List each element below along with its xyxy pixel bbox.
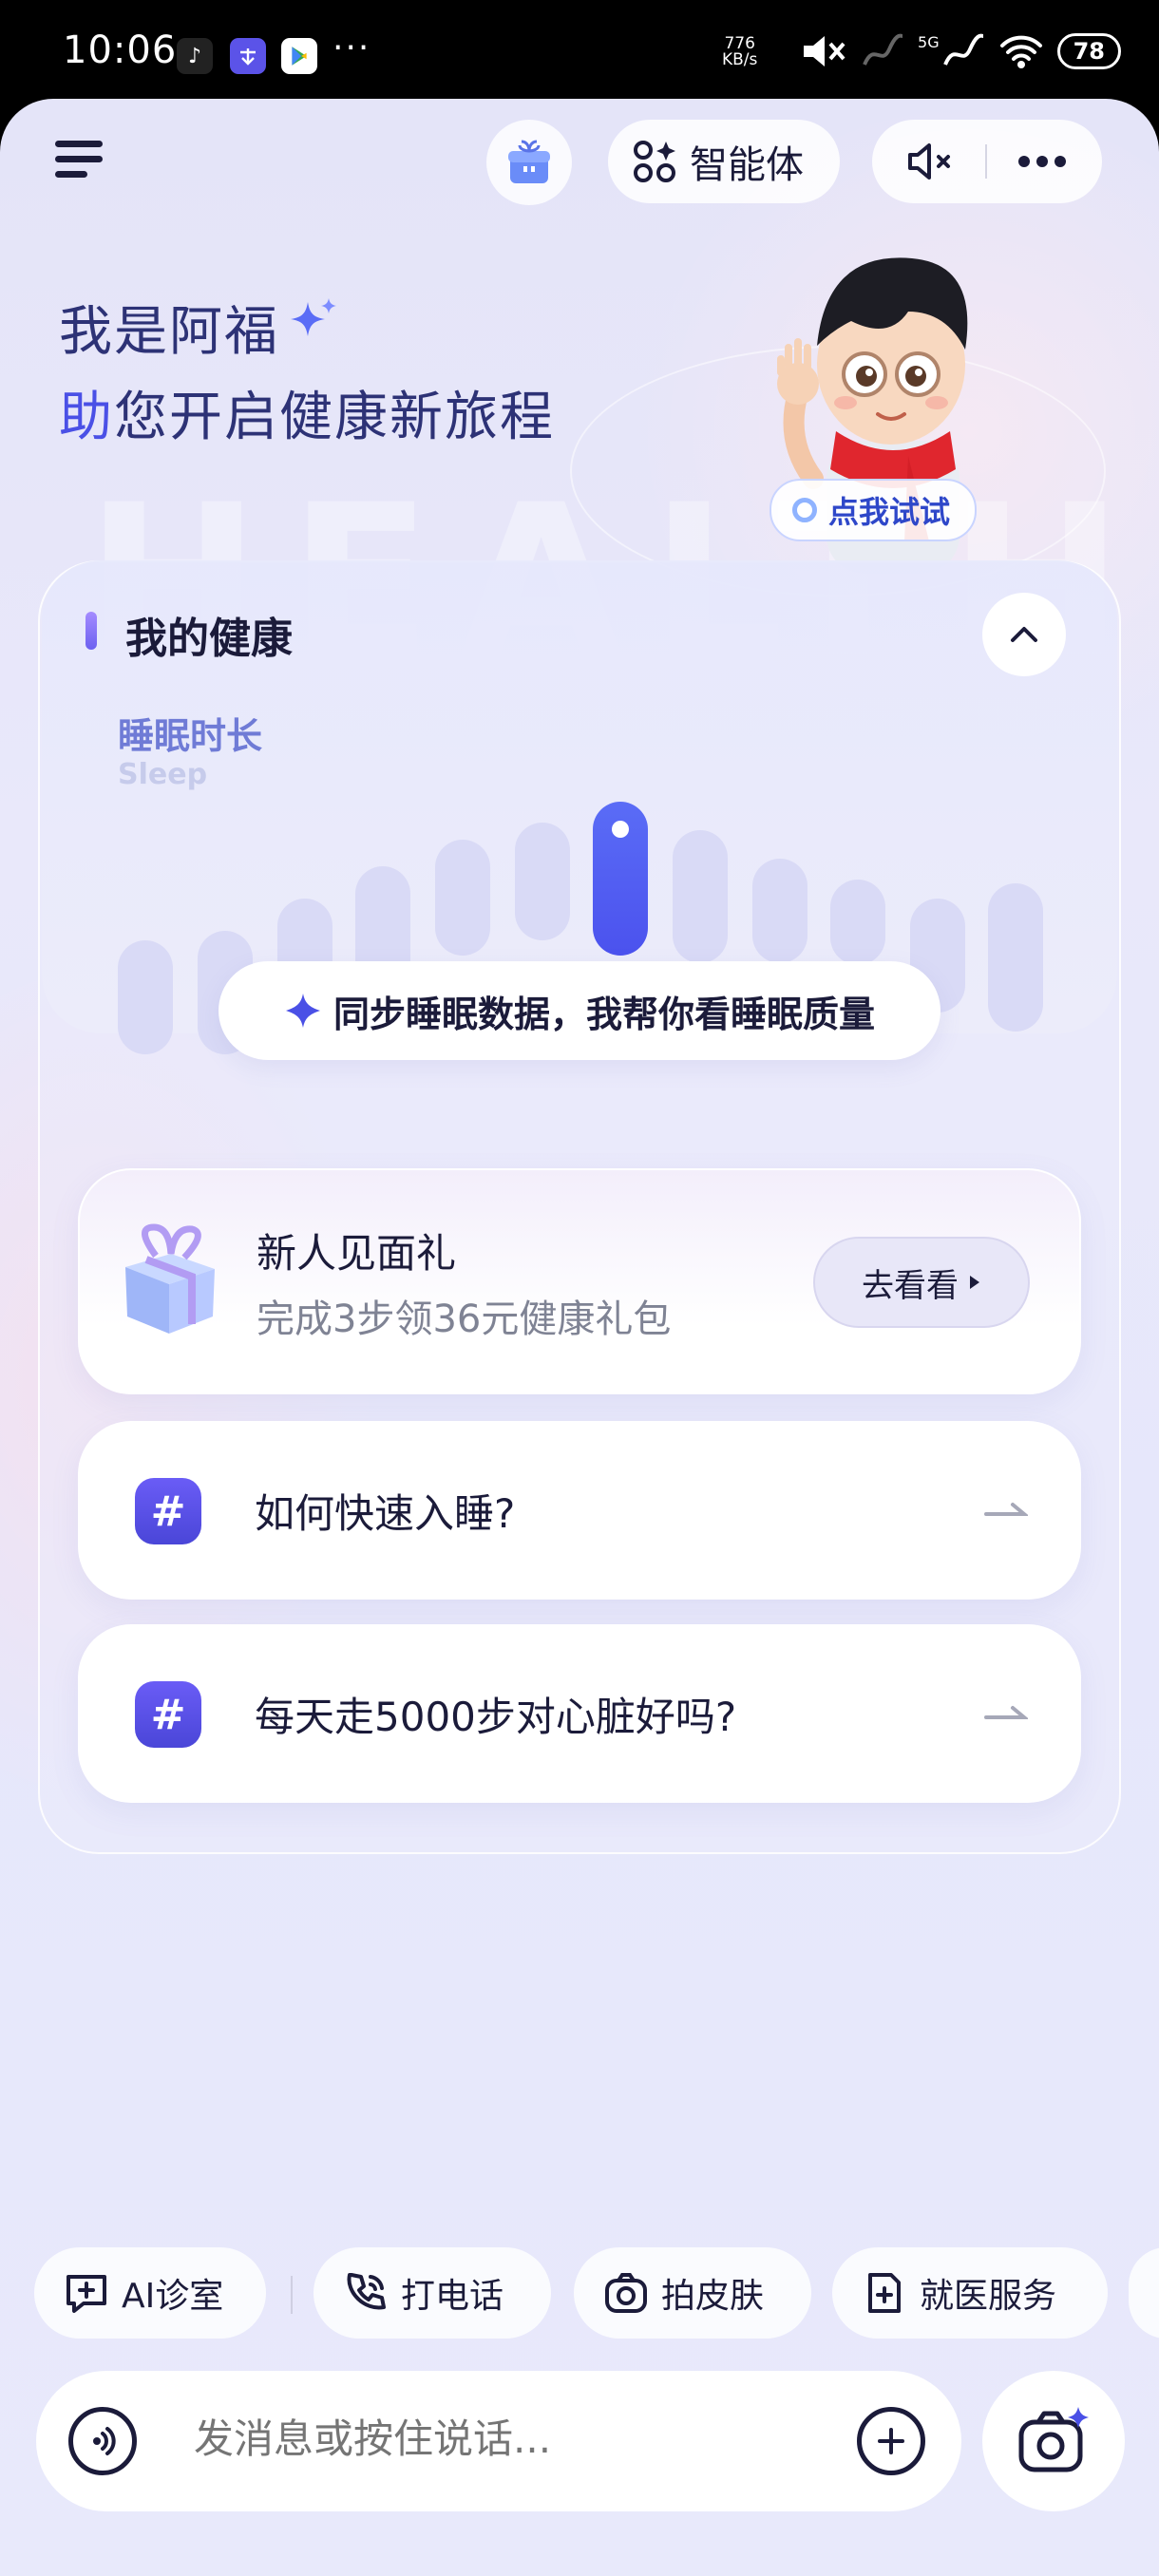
- new-user-gift-card[interactable]: 新人见面礼 完成3步领36元健康礼包 去看看: [78, 1168, 1081, 1394]
- sync-prompt-text: 同步睡眠数据，我帮你看睡眠质量: [332, 993, 875, 1035]
- chip-label: 打电话: [401, 2277, 504, 2316]
- chip-label: 就医服务: [920, 2277, 1057, 2316]
- plus-icon: [878, 2428, 904, 2454]
- sparkle-icon: [285, 994, 320, 1028]
- question-text: 每天走5000步对心脏好吗?: [255, 1694, 737, 1740]
- app-notification-icon: [230, 38, 266, 74]
- sleep-bar: [988, 883, 1043, 1032]
- chip-divider: [291, 2276, 293, 2314]
- camera-sparkle-icon: [1018, 2407, 1089, 2472]
- medical-doc-icon: [868, 2273, 901, 2313]
- voice-wave-icon: [93, 2427, 116, 2455]
- sleep-bar: [435, 840, 490, 956]
- view-gift-button[interactable]: 去看看: [813, 1237, 1030, 1328]
- voice-input-button[interactable]: [68, 2407, 137, 2475]
- phone-icon: [347, 2273, 386, 2310]
- status-icons: 5G 78: [800, 32, 1121, 70]
- net-speed-unit: KB/s: [722, 50, 758, 69]
- chip-label: 拍皮肤: [661, 2277, 765, 2316]
- signal-icon: [942, 33, 983, 66]
- hashtag-icon: #: [135, 1681, 201, 1748]
- quick-action-chips: AI诊室 打电话 拍皮肤 就医服务: [0, 2247, 1159, 2342]
- sleep-bar: [830, 880, 885, 965]
- message-input-bar: [36, 2371, 961, 2511]
- arrow-right-icon: [984, 1503, 1028, 1516]
- app-screen: 智能体 HEALTH 我是阿福 助您开启健康新旅程: [0, 99, 1159, 2576]
- arrow-right-icon: [984, 1706, 1028, 1719]
- play-store-icon: [281, 38, 317, 74]
- battery-indicator: 78: [1056, 33, 1121, 69]
- sleep-bar: [752, 859, 808, 963]
- view-gift-label: 去看看: [862, 1266, 959, 1305]
- chip-skin-photo[interactable]: 拍皮肤: [574, 2247, 811, 2339]
- message-input[interactable]: [192, 2415, 766, 2463]
- sleep-bar: [515, 823, 570, 940]
- suggested-question-card[interactable]: # 如何快速入睡?: [78, 1421, 1081, 1600]
- camera-button[interactable]: [982, 2371, 1125, 2511]
- gift-title: 新人见面礼: [256, 1230, 457, 1277]
- chat-plus-icon: [66, 2275, 106, 2313]
- wifi-icon: [999, 35, 1042, 68]
- sleep-bar: [673, 830, 728, 963]
- system-nav-bar: [0, 2530, 1159, 2576]
- play-arrow-icon: [970, 1276, 979, 1289]
- add-attachment-button[interactable]: [857, 2407, 925, 2475]
- sync-sleep-prompt[interactable]: 同步睡眠数据，我帮你看睡眠质量: [218, 961, 940, 1060]
- chip-label: AI诊室: [122, 2277, 224, 2316]
- net-speed: 776 KB/s: [722, 36, 757, 68]
- signal-weak-icon: [863, 33, 903, 66]
- status-bar: 10:06 ♪ ··· 776 KB/s 5G 78: [0, 0, 1159, 106]
- chip-medical-service[interactable]: 就医服务: [832, 2247, 1108, 2339]
- mute-icon: [804, 36, 846, 66]
- sleep-bar: [118, 940, 173, 1054]
- tiktok-icon: ♪: [177, 38, 213, 74]
- camera-icon: [605, 2273, 647, 2313]
- status-time: 10:06: [63, 28, 178, 72]
- question-text: 如何快速入睡?: [255, 1490, 516, 1537]
- gift-subtitle: 完成3步领36元健康礼包: [256, 1297, 672, 1341]
- signal-5g-label: 5G: [918, 32, 940, 51]
- gift-illustration-icon: [125, 1223, 215, 1334]
- sleep-bars-graphic: [0, 99, 1159, 1239]
- hashtag-icon: #: [135, 1478, 201, 1544]
- chip-phone-call[interactable]: 打电话: [314, 2247, 551, 2339]
- chip-more-partial[interactable]: [1129, 2247, 1159, 2339]
- sleep-bar-marker: [612, 821, 629, 838]
- chip-ai-clinic[interactable]: AI诊室: [34, 2247, 266, 2339]
- more-notifications: ···: [332, 28, 371, 67]
- suggested-question-card[interactable]: # 每天走5000步对心脏好吗?: [78, 1624, 1081, 1803]
